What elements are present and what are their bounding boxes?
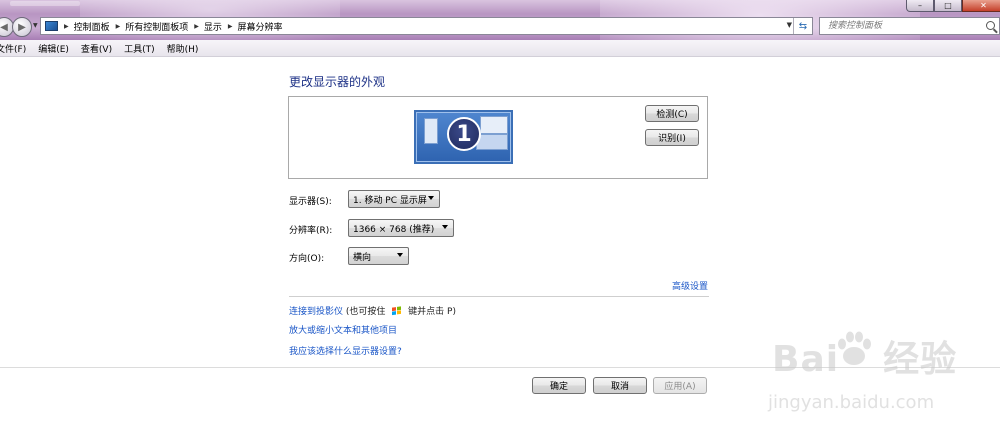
recent-pages-dropdown[interactable]: ▼ <box>33 22 38 29</box>
search-icon[interactable] <box>986 21 995 30</box>
chevron-down-icon <box>397 253 403 257</box>
menu-view[interactable]: 查看(V) <box>81 42 112 55</box>
menu-bar: 文件(F) 编辑(E) 查看(V) 工具(T) 帮助(H) <box>0 40 1000 57</box>
orientation-label: 方向(O): <box>289 254 325 264</box>
menu-file[interactable]: 文件(F) <box>0 42 26 55</box>
maximize-button[interactable]: □ <box>934 0 962 12</box>
identify-button[interactable]: 识别(I) <box>645 129 699 146</box>
apply-button[interactable]: 应用(A) <box>653 377 707 394</box>
projector-hint-prefix: (也可按住 <box>345 307 386 317</box>
screen-resolution-panel: 更改显示器的外观 1 检测(C) 识别(I) 显示器(S): 1. 移动 PC … <box>0 58 1000 438</box>
desktop-window-shape <box>424 118 438 144</box>
section-divider <box>289 296 709 297</box>
menu-help[interactable]: 帮助(H) <box>167 42 199 55</box>
monitor-number-badge: 1 <box>447 117 481 151</box>
resolution-label: 分辨率(R): <box>289 226 333 236</box>
menu-tools[interactable]: 工具(T) <box>124 42 155 55</box>
orientation-select-value: 横向 <box>353 252 372 263</box>
display-settings-help-link[interactable]: 我应该选择什么显示器设置? <box>289 344 402 357</box>
page-title: 更改显示器的外观 <box>289 75 386 89</box>
chevron-right-icon[interactable]: ▶ <box>64 23 69 30</box>
display-select-value: 1. 移动 PC 显示屏 <box>353 195 427 206</box>
chevron-right-icon[interactable]: ▶ <box>116 23 121 30</box>
monitor-1-thumbnail[interactable]: 1 <box>414 110 513 164</box>
forward-arrow-icon: ▶ <box>18 21 26 33</box>
display-label: 显示器(S): <box>289 197 332 207</box>
advanced-settings-link[interactable]: 高级设置 <box>672 279 708 292</box>
chevron-right-icon[interactable]: ▶ <box>194 23 199 30</box>
resolution-select-value: 1366 × 768 (推荐) <box>353 224 435 235</box>
window-controls: – □ ✕ <box>906 0 1000 13</box>
projector-hint-suffix: 键并点击 P) <box>408 307 456 317</box>
ok-button[interactable]: 确定 <box>532 377 586 394</box>
minimize-button[interactable]: – <box>906 0 934 12</box>
back-arrow-icon: ◀ <box>0 21 8 33</box>
footer-divider <box>0 367 1000 368</box>
forward-button[interactable]: ▶ <box>12 17 32 37</box>
display-select[interactable]: 1. 移动 PC 显示屏 <box>348 190 440 208</box>
breadcrumb-display[interactable]: 显示 <box>204 20 222 33</box>
chevron-down-icon <box>428 196 434 200</box>
address-bar[interactable]: ▶ 控制面板 ▶ 所有控制面板项 ▶ 显示 ▶ 屏幕分辨率 ▼ ⇆ <box>40 17 813 35</box>
search-box[interactable] <box>819 17 1000 35</box>
search-input[interactable] <box>826 20 980 32</box>
breadcrumb-control-panel[interactable]: 控制面板 <box>74 20 110 33</box>
close-button[interactable]: ✕ <box>962 0 1000 12</box>
menu-edit[interactable]: 编辑(E) <box>38 42 69 55</box>
connect-projector-link[interactable]: 连接到投影仪 <box>289 307 343 317</box>
display-preview-area: 1 检测(C) 识别(I) <box>288 96 708 179</box>
breadcrumb-all-items[interactable]: 所有控制面板项 <box>125 20 188 33</box>
resolution-select[interactable]: 1366 × 768 (推荐) <box>348 219 454 237</box>
chevron-right-icon[interactable]: ▶ <box>228 23 233 30</box>
refresh-icon: ⇆ <box>798 20 808 32</box>
breadcrumb-screen-resolution[interactable]: 屏幕分辨率 <box>238 20 283 33</box>
address-dropdown-icon[interactable]: ▼ <box>787 21 792 29</box>
chevron-down-icon <box>442 225 448 229</box>
windows-logo-icon <box>392 306 402 316</box>
text-size-link[interactable]: 放大或缩小文本和其他项目 <box>289 323 397 336</box>
cancel-button[interactable]: 取消 <box>593 377 647 394</box>
refresh-button[interactable]: ⇆ <box>793 18 812 34</box>
detect-button[interactable]: 检测(C) <box>645 105 699 122</box>
projector-row: 连接到投影仪 (也可按住 键并点击 P) <box>289 304 456 317</box>
window-title-blur <box>10 1 80 6</box>
orientation-select[interactable]: 横向 <box>348 247 409 265</box>
control-panel-icon <box>45 21 58 31</box>
desktop-window-shape <box>480 116 508 134</box>
